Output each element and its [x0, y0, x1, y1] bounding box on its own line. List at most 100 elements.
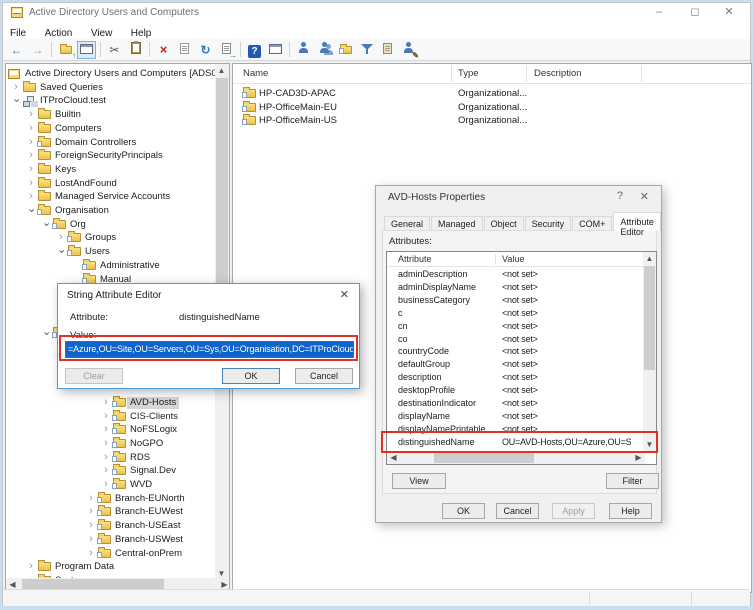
chevron-collapsed-icon[interactable]: › — [101, 478, 111, 491]
tree-item[interactable]: ›Users — [6, 245, 230, 259]
tree-item-label[interactable]: WVD — [130, 479, 152, 491]
tree-item-label[interactable]: Users — [85, 246, 110, 258]
menu-action[interactable]: Action — [38, 26, 80, 39]
help-icon[interactable]: ? — [617, 190, 623, 202]
tree-item[interactable]: › LostAndFound — [6, 177, 230, 191]
chevron-collapsed-icon[interactable]: › — [101, 464, 111, 477]
tree-item-label[interactable]: Domain Controllers — [55, 137, 136, 149]
chevron-collapsed-icon[interactable]: › — [86, 519, 96, 532]
attribute-row[interactable]: adminDisplayName <not set> — [387, 282, 645, 295]
maximize-button[interactable]: ◻ — [680, 3, 710, 22]
toolbar-back-button[interactable]: ← — [7, 41, 26, 59]
tree-item[interactable]: ›RDS — [6, 451, 230, 465]
tree-item-label[interactable]: RDS — [130, 452, 150, 464]
clear-button[interactable]: Clear — [65, 368, 123, 384]
toolbar-console-window-button[interactable] — [266, 41, 285, 59]
close-icon[interactable]: ✕ — [640, 190, 649, 203]
chevron-collapsed-icon[interactable]: › — [26, 108, 36, 121]
tree-item-label[interactable]: Branch-USWest — [115, 534, 183, 546]
tree-item-label[interactable]: Branch-USEast — [115, 520, 180, 532]
tree-item-label[interactable]: Org — [70, 219, 86, 231]
menu-file[interactable]: File — [3, 26, 33, 39]
tab-attribute-editor[interactable]: Attribute Editor — [613, 212, 661, 231]
tree-item[interactable]: ›Central-onPrem — [6, 547, 230, 561]
tree-item[interactable]: Administrative — [6, 259, 230, 273]
tree-item-label[interactable]: ITProCloud.test — [40, 95, 106, 107]
attribute-row[interactable]: displayName <not set> — [387, 411, 645, 424]
tree-item[interactable]: › NoGPO — [6, 437, 230, 451]
tab-object[interactable]: Object — [484, 216, 524, 231]
tab-managed-by[interactable]: Managed By — [431, 216, 483, 231]
tree-item[interactable]: › Program Data — [6, 560, 230, 574]
attribute-row[interactable]: adminDescription <not set> — [387, 269, 645, 282]
tree-item-label[interactable]: Branch-EUWest — [115, 506, 183, 518]
chevron-collapsed-icon[interactable]: › — [26, 560, 36, 573]
tree-item-label[interactable]: Program Data — [55, 561, 114, 573]
chevron-expanded-icon[interactable]: › — [25, 206, 38, 216]
tree-item[interactable]: ›ForeignSecurityPrincipals — [6, 149, 230, 163]
attribute-row[interactable]: cn <not set> — [387, 321, 645, 334]
tree-item-label[interactable]: NoGPO — [130, 438, 163, 450]
item-name[interactable]: HP-OfficeMain-US — [259, 115, 337, 126]
tree-item[interactable]: › Managed Service Accounts — [6, 190, 230, 204]
scroll-up-icon[interactable]: ▲ — [215, 64, 228, 77]
attribute-row[interactable]: c <not set> — [387, 308, 645, 321]
chevron-collapsed-icon[interactable]: › — [26, 122, 36, 135]
tab-security[interactable]: Security — [525, 216, 572, 231]
attribute-row[interactable]: desktopProfile <not set> — [387, 385, 645, 398]
tree-item-label[interactable]: NoFSLogix — [130, 424, 177, 436]
tree-item-label[interactable]: Groups — [85, 232, 116, 244]
chevron-collapsed-icon[interactable]: › — [86, 547, 96, 560]
column-attribute[interactable]: Attribute — [398, 254, 432, 264]
tree-item[interactable]: ›Builtin — [6, 108, 230, 122]
attribute-row[interactable]: description <not set> — [387, 372, 645, 385]
chevron-collapsed-icon[interactable]: › — [56, 231, 66, 244]
chevron-collapsed-icon[interactable]: › — [26, 190, 36, 203]
chevron-collapsed-icon[interactable]: › — [86, 505, 96, 518]
tree-item-label[interactable]: Managed Service Accounts — [55, 191, 170, 203]
cancel-button[interactable]: Cancel — [295, 368, 353, 384]
item-name[interactable]: HP-OfficeMain-EU — [259, 102, 337, 113]
toolbar-help-button[interactable]: ? — [245, 41, 264, 59]
chevron-collapsed-icon[interactable]: › — [26, 149, 36, 162]
minimize-button[interactable]: – — [644, 3, 674, 22]
attribute-row[interactable]: businessCategory <not set> — [387, 295, 645, 308]
toolbar-show-hide-console-tree-button[interactable] — [77, 41, 96, 59]
toolbar-forward-button[interactable]: → — [28, 41, 47, 59]
attribute-row[interactable]: countryCode <not set> — [387, 346, 645, 359]
tree-item[interactable]: ›Signal.Dev — [6, 464, 230, 478]
chevron-collapsed-icon[interactable]: › — [26, 136, 36, 149]
tree-item-label[interactable]: Computers — [55, 123, 101, 135]
tree-item[interactable]: ›Organisation — [6, 204, 230, 218]
tree-item[interactable]: › Branch-USEast — [6, 519, 230, 533]
close-button[interactable]: ✕ — [714, 3, 744, 22]
toolbar-delete-button[interactable]: × — [154, 41, 173, 59]
list-item[interactable]: HP-OfficeMain-EU Organizational... — [233, 101, 751, 115]
toolbar-property-list-button[interactable] — [175, 41, 194, 59]
filter-button[interactable]: Filter — [606, 473, 659, 489]
tree-item-label[interactable]: Administrative — [100, 260, 160, 272]
chevron-collapsed-icon[interactable]: › — [101, 437, 111, 450]
tree-item[interactable]: › Computers — [6, 122, 230, 136]
tree-item[interactable]: Active Directory Users and Computers [AD… — [6, 67, 230, 81]
toolbar-refresh-button[interactable]: ↻ — [196, 41, 215, 59]
toolbar-new-user-button[interactable] — [294, 41, 313, 59]
tree-item-label[interactable]: LostAndFound — [55, 178, 117, 190]
chevron-collapsed-icon[interactable]: › — [101, 396, 111, 409]
tab-com-[interactable]: COM+ — [572, 216, 612, 231]
chevron-collapsed-icon[interactable]: › — [26, 177, 36, 190]
chevron-collapsed-icon[interactable]: › — [11, 81, 21, 94]
tree-item[interactable]: › Groups — [6, 231, 230, 245]
scroll-up-icon[interactable]: ▲ — [643, 252, 656, 265]
menu-view[interactable]: View — [84, 26, 120, 39]
tree-item[interactable]: ›NoFSLogix — [6, 423, 230, 437]
attr-vertical-scrollbar[interactable]: ▲ ▼ — [643, 252, 656, 451]
scroll-thumb[interactable] — [644, 266, 655, 370]
close-icon[interactable]: ✕ — [340, 288, 349, 301]
tree-item[interactable]: ›Keys — [6, 163, 230, 177]
scroll-thumb[interactable] — [434, 452, 534, 463]
tree-item[interactable]: ›Branch-USWest — [6, 533, 230, 547]
tree-item[interactable]: › Branch-EUWest — [6, 505, 230, 519]
column-name[interactable]: Name — [243, 68, 268, 79]
chevron-collapsed-icon[interactable]: › — [101, 410, 111, 423]
